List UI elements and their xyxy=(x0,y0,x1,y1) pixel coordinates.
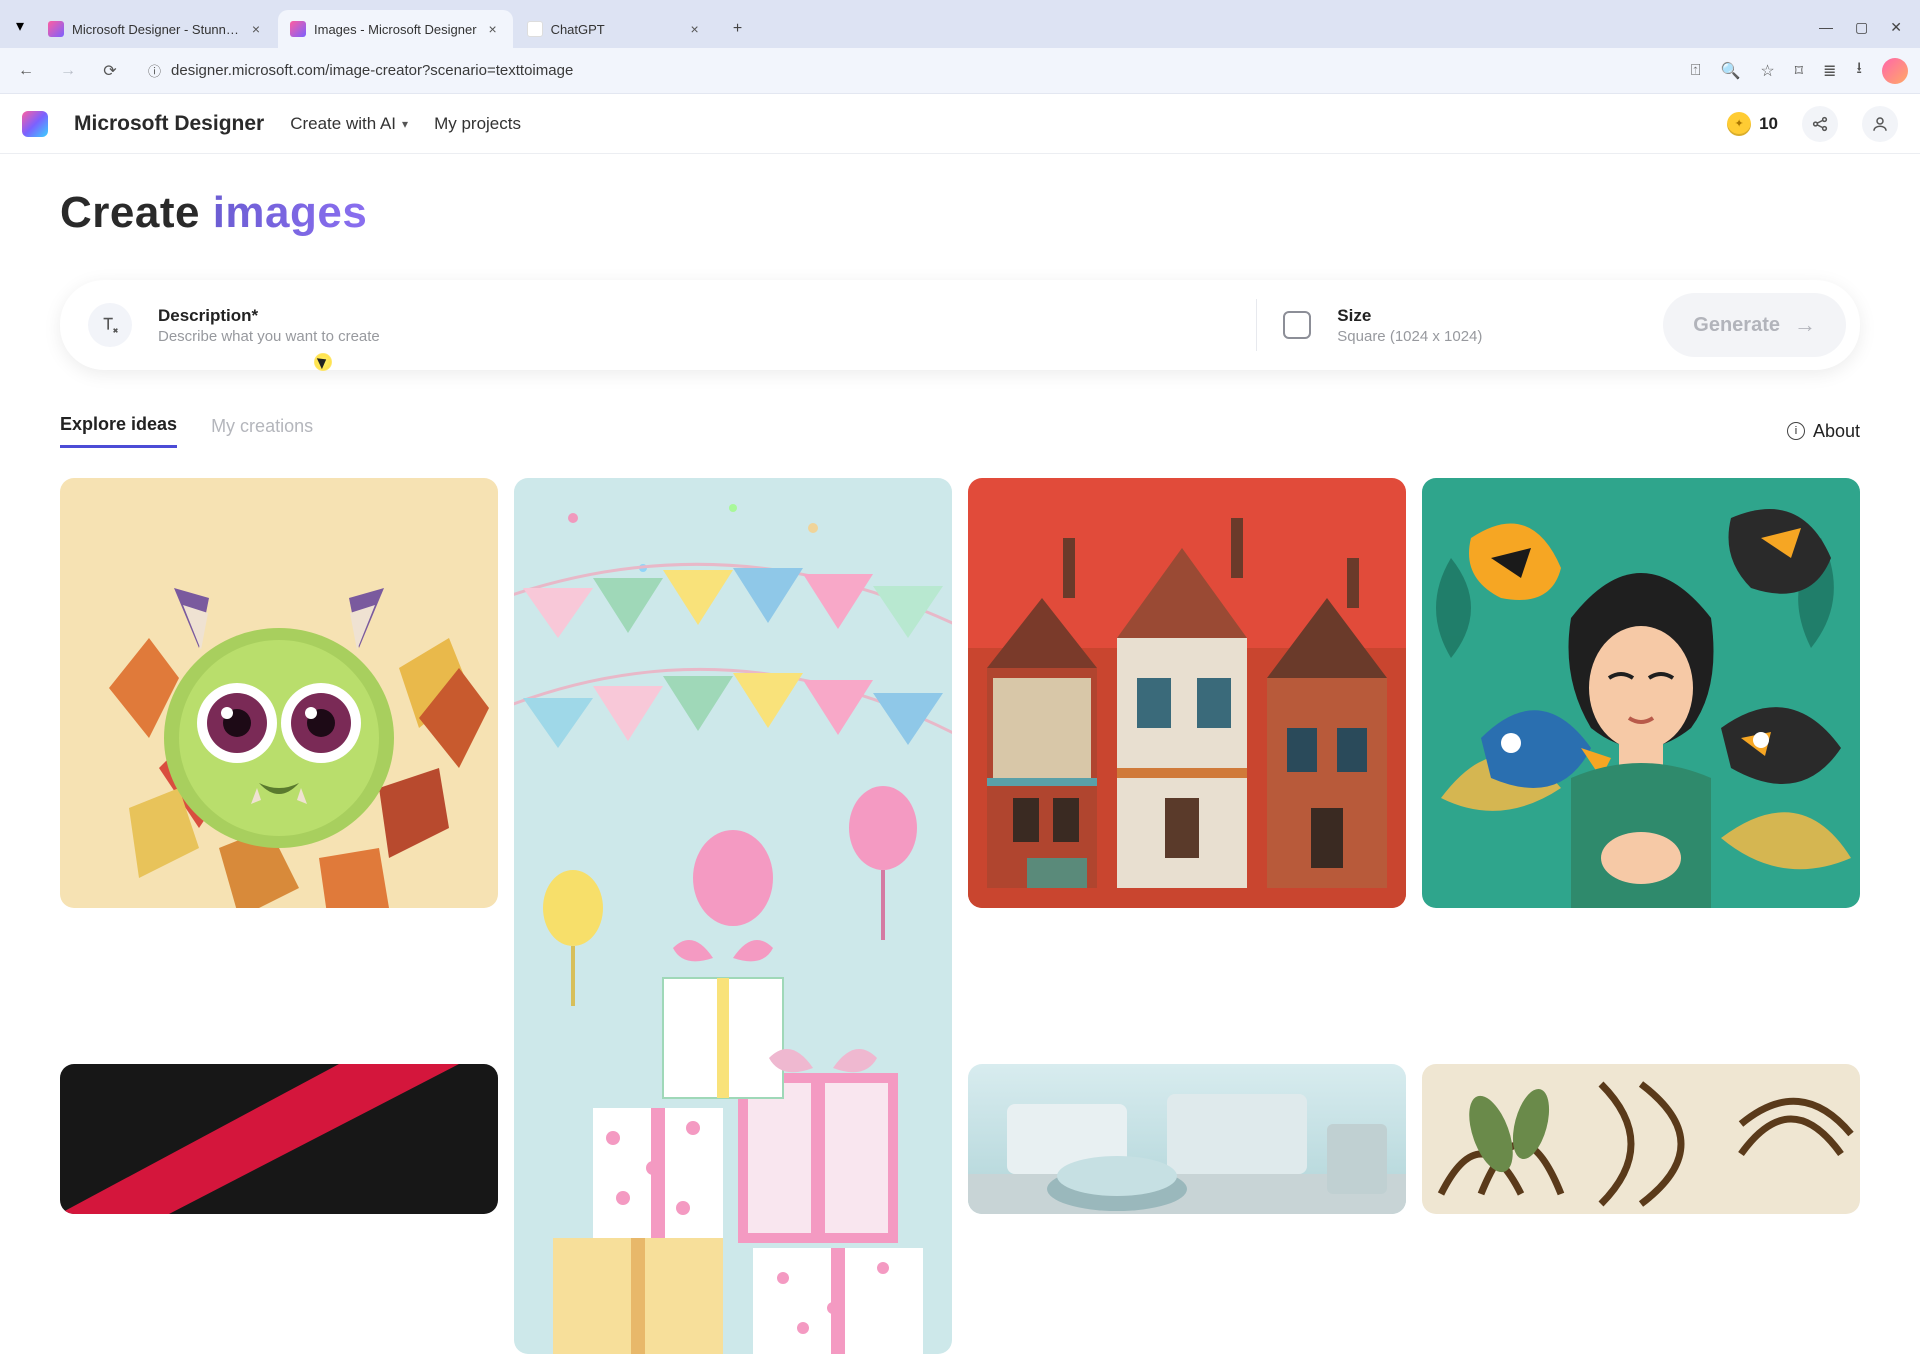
title-accent: images xyxy=(213,188,368,237)
downloads-icon[interactable]: ⭳ xyxy=(1856,57,1862,84)
account-icon[interactable] xyxy=(1862,106,1898,142)
tab-title: Images - Microsoft Designer xyxy=(314,22,477,37)
idea-card[interactable] xyxy=(968,1064,1406,1214)
credits-count: 10 xyxy=(1759,114,1778,134)
page-content: Create images Description* Describe what… xyxy=(0,154,1920,1354)
arrow-right-icon: → xyxy=(1794,312,1816,338)
idea-card[interactable] xyxy=(1422,1064,1860,1214)
description-placeholder: Describe what you want to create xyxy=(158,328,380,345)
browser-tab[interactable]: ChatGPT × xyxy=(515,10,715,48)
idea-card[interactable] xyxy=(968,478,1406,908)
tab-search-dropdown-icon[interactable]: ▾ xyxy=(8,14,32,38)
reading-list-icon[interactable]: ≣ xyxy=(1823,61,1836,81)
tab-explore-ideas[interactable]: Explore ideas xyxy=(60,414,177,448)
coin-icon: ✦ xyxy=(1727,112,1751,136)
tab-title: Microsoft Designer - Stunning xyxy=(72,22,240,37)
profile-avatar-icon[interactable] xyxy=(1882,58,1908,84)
maximize-icon[interactable]: ▢ xyxy=(1855,19,1868,36)
content-tabs: Explore ideas My creations i About xyxy=(60,414,1860,448)
bookmark-icon[interactable]: ☆ xyxy=(1760,61,1774,81)
browser-tab[interactable]: Images - Microsoft Designer × xyxy=(278,10,513,48)
chevron-down-icon: ▾ xyxy=(402,117,408,131)
tab-my-creations[interactable]: My creations xyxy=(211,416,313,447)
ideas-gallery xyxy=(60,478,1860,1354)
square-size-icon xyxy=(1283,311,1311,339)
install-app-icon[interactable]: ⍐ xyxy=(1691,62,1701,80)
nav-label: Create with AI xyxy=(290,114,396,134)
description-field[interactable]: Description* Describe what you want to c… xyxy=(88,303,1230,347)
share-icon[interactable] xyxy=(1802,106,1838,142)
idea-card[interactable] xyxy=(60,1064,498,1214)
close-icon[interactable]: × xyxy=(687,21,703,37)
info-icon: i xyxy=(1787,422,1805,440)
app-logo-icon[interactable] xyxy=(22,111,48,137)
reload-icon[interactable]: ⟳ xyxy=(96,57,124,85)
window-controls: — ▢ ✕ xyxy=(1819,19,1912,36)
url-text: designer.microsoft.com/image-creator?sce… xyxy=(171,62,573,79)
forward-icon[interactable]: → xyxy=(54,57,82,85)
title-prefix: Create xyxy=(60,188,213,237)
brand-name[interactable]: Microsoft Designer xyxy=(74,112,264,136)
prompt-bar: Description* Describe what you want to c… xyxy=(60,280,1860,370)
new-tab-button[interactable]: + xyxy=(723,14,753,44)
favicon-icon xyxy=(290,21,306,37)
close-icon[interactable]: × xyxy=(248,21,264,37)
address-bar[interactable]: ⓘ designer.microsoft.com/image-creator?s… xyxy=(138,54,1677,88)
size-field[interactable]: Size Square (1024 x 1024) xyxy=(1283,306,1663,345)
idea-card[interactable] xyxy=(514,478,952,1354)
size-label: Size xyxy=(1337,306,1482,326)
close-window-icon[interactable]: ✕ xyxy=(1890,19,1902,36)
generate-label: Generate xyxy=(1693,314,1780,337)
generate-button[interactable]: Generate → xyxy=(1663,293,1846,357)
nav-my-projects[interactable]: My projects xyxy=(434,114,521,134)
nav-create-with-ai[interactable]: Create with AI ▾ xyxy=(290,114,408,134)
tab-title: ChatGPT xyxy=(551,22,679,37)
favicon-icon xyxy=(527,21,543,37)
text-prompt-icon xyxy=(88,303,132,347)
page-title: Create images xyxy=(60,188,1860,238)
minimize-icon[interactable]: — xyxy=(1819,19,1833,36)
divider xyxy=(1256,299,1257,351)
browser-tab[interactable]: Microsoft Designer - Stunning × xyxy=(36,10,276,48)
zoom-icon[interactable]: 🔍 xyxy=(1721,61,1741,81)
credits-display[interactable]: ✦ 10 xyxy=(1727,112,1778,136)
extensions-icon[interactable]: ⌑ xyxy=(1795,61,1803,81)
idea-card[interactable] xyxy=(60,478,498,908)
about-link[interactable]: i About xyxy=(1787,421,1860,442)
idea-card[interactable] xyxy=(1422,478,1860,908)
app-header: Microsoft Designer Create with AI ▾ My p… xyxy=(0,94,1920,154)
close-icon[interactable]: × xyxy=(485,21,501,37)
browser-toolbar: ← → ⟳ ⓘ designer.microsoft.com/image-cre… xyxy=(0,48,1920,94)
site-info-icon[interactable]: ⓘ xyxy=(148,61,161,80)
about-label: About xyxy=(1813,421,1860,442)
back-icon[interactable]: ← xyxy=(12,57,40,85)
size-value: Square (1024 x 1024) xyxy=(1337,328,1482,345)
browser-tab-strip: ▾ Microsoft Designer - Stunning × Images… xyxy=(0,0,1920,48)
favicon-icon xyxy=(48,21,64,37)
description-label: Description* xyxy=(158,306,380,326)
